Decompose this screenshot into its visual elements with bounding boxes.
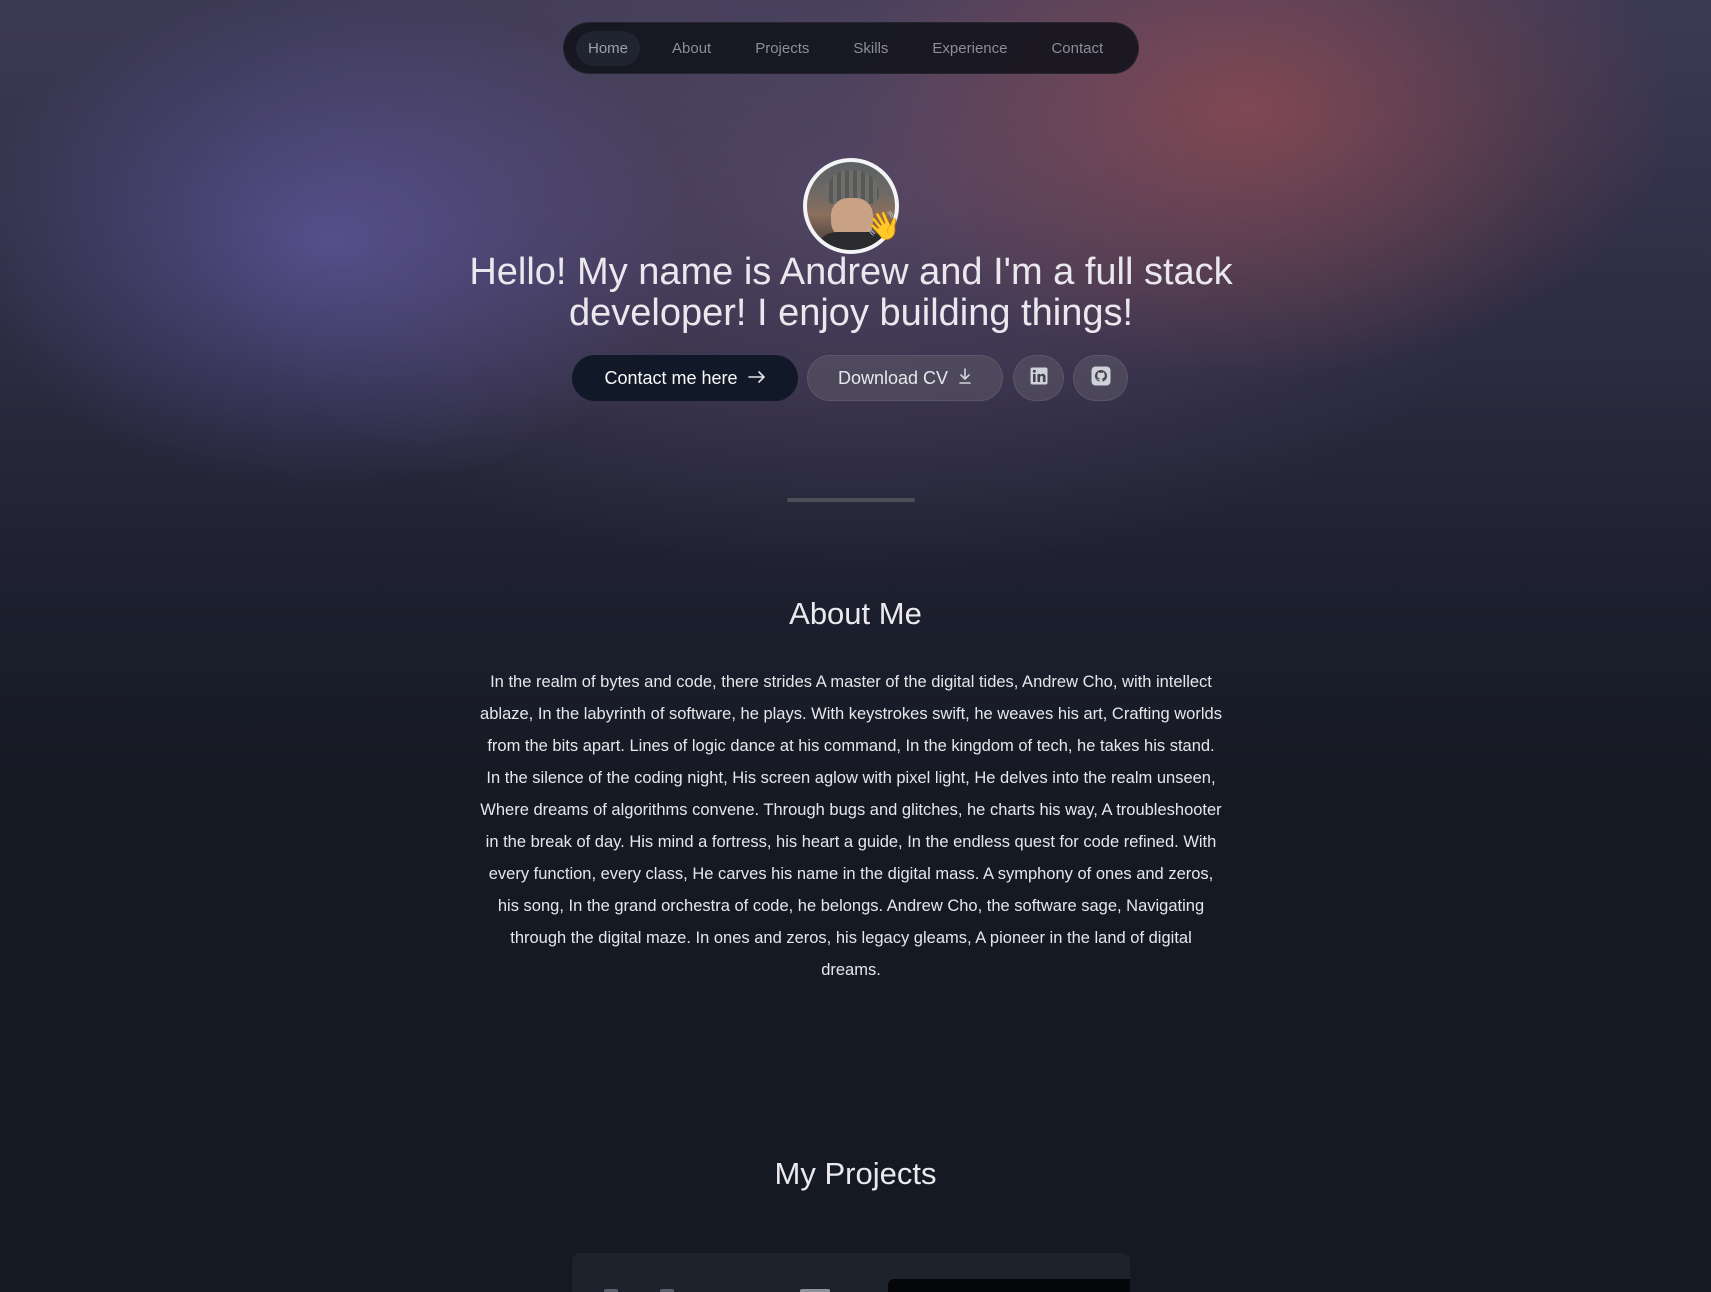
project-preview-image bbox=[888, 1279, 1130, 1292]
linkedin-icon bbox=[1030, 367, 1048, 390]
nav-item-skills[interactable]: Skills bbox=[841, 31, 900, 66]
download-cv-button[interactable]: Download CV bbox=[807, 355, 1003, 401]
portfolio-page: Home About Projects Skills Experience Co… bbox=[0, 0, 1711, 1292]
project-card[interactable] bbox=[572, 1253, 1130, 1292]
nav-item-home[interactable]: Home bbox=[576, 30, 641, 66]
download-cv-label: Download CV bbox=[837, 367, 949, 388]
contact-button[interactable]: Contact me here bbox=[572, 355, 798, 401]
nav-item-experience[interactable]: Experience bbox=[920, 31, 1019, 66]
nav-item-projects[interactable]: Projects bbox=[743, 31, 821, 66]
download-icon bbox=[958, 367, 972, 389]
hero-actions: Contact me here Download CV bbox=[572, 355, 1128, 401]
section-divider bbox=[787, 498, 915, 502]
about-title: About Me bbox=[789, 596, 922, 631]
wave-emoji: 👋 bbox=[866, 210, 901, 241]
about-text: In the realm of bytes and code, there st… bbox=[480, 673, 1222, 979]
top-navigation: Home About Projects Skills Experience Co… bbox=[563, 22, 1139, 74]
github-button[interactable] bbox=[1073, 355, 1128, 401]
hero-headline: Hello! My name is Andrew and I'm a full … bbox=[469, 251, 1233, 334]
contact-button-label: Contact me here bbox=[604, 367, 738, 388]
nav-item-contact[interactable]: Contact bbox=[1039, 31, 1115, 66]
nav-item-about[interactable]: About bbox=[660, 31, 723, 66]
github-icon bbox=[1091, 366, 1111, 391]
linkedin-button[interactable] bbox=[1013, 355, 1064, 401]
projects-title: My Projects bbox=[774, 1156, 937, 1191]
arrow-right-icon bbox=[747, 368, 766, 389]
